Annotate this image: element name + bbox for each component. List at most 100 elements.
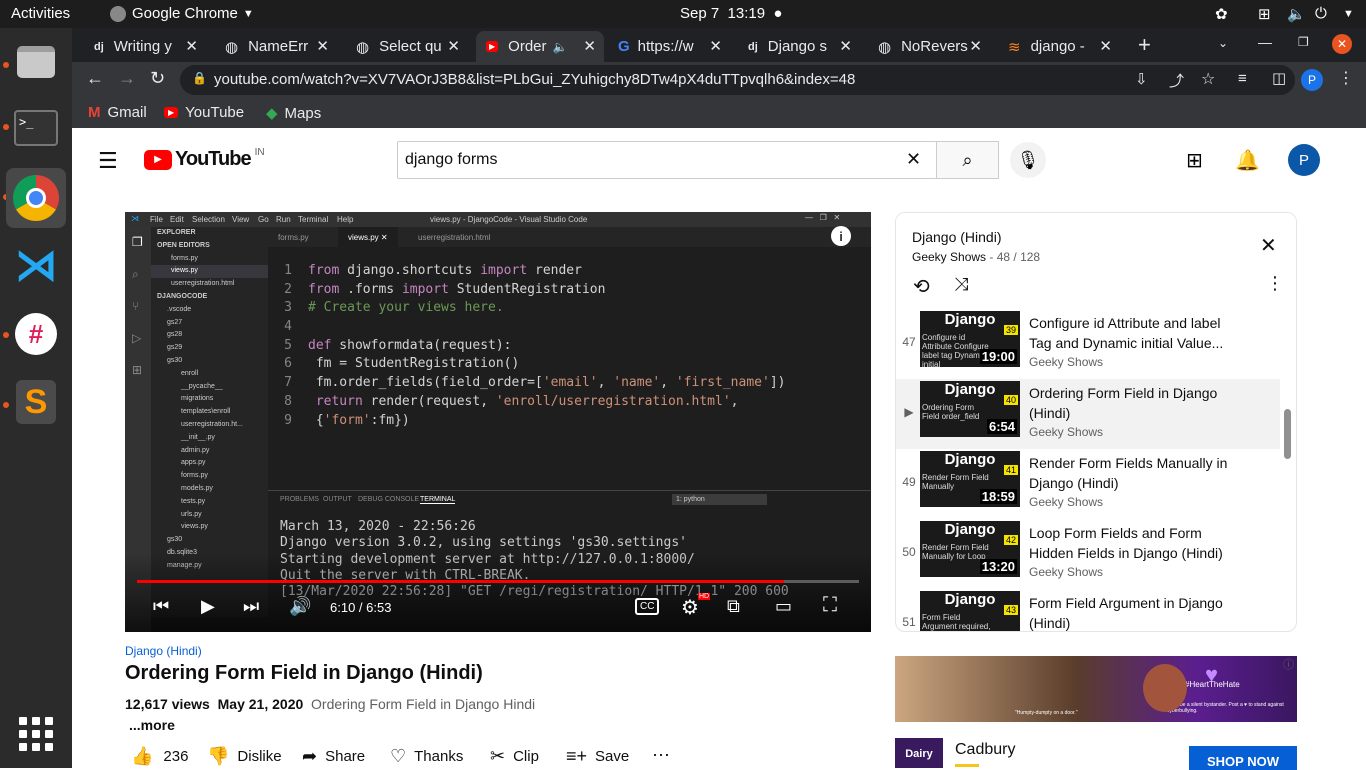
previous-icon[interactable]: ⏮: [153, 596, 169, 617]
kebab-menu-icon[interactable]: ⋮: [1338, 68, 1354, 88]
media-control-icon[interactable]: ≡: [1238, 70, 1247, 87]
back-icon[interactable]: ←: [86, 68, 104, 89]
ad-banner[interactable]: #HeartTheHate Don't be a silent bystande…: [895, 656, 1297, 722]
share-icon[interactable]: ⤴: [1169, 70, 1184, 91]
notifications-icon[interactable]: 🔔: [1235, 148, 1260, 173]
close-icon[interactable]: ✕: [583, 37, 596, 55]
ad-info-icon[interactable]: ⓘ: [1283, 656, 1294, 672]
tab-stackoverflow[interactable]: ≋ django - ✕: [998, 31, 1120, 62]
playlist-scrollbar[interactable]: [1284, 409, 1291, 459]
bookmark-youtube[interactable]: ▶ YouTube: [164, 104, 244, 121]
video-thumbnail[interactable]: Django 40 Ordering Form Field order_field 6…: [920, 381, 1020, 437]
tab-writing[interactable]: dj Writing y ✕: [84, 31, 206, 62]
like-button[interactable]: 👍 236: [131, 746, 188, 767]
bookmark-maps[interactable]: ◆ Maps: [266, 104, 321, 123]
video-thumbnail[interactable]: Django 42 Render Form Field Manually for L…: [920, 521, 1020, 577]
files-icon[interactable]: [6, 32, 66, 92]
tab-django-s[interactable]: dj Django s ✕: [738, 31, 860, 62]
tab-youtube-active[interactable]: ▶ Order 🔈 ✕: [476, 31, 604, 62]
playlist-item-title[interactable]: Form Field Argument in Django (Hindi): [1029, 593, 1239, 631]
playlist-link[interactable]: Django (Hindi): [125, 644, 202, 658]
close-window-icon[interactable]: ✕: [1332, 34, 1352, 54]
profile-avatar[interactable]: P: [1301, 69, 1323, 91]
account-avatar[interactable]: P: [1288, 144, 1320, 176]
system-menu-chevron-icon[interactable]: ▼: [1343, 8, 1354, 20]
close-icon[interactable]: ✕: [1099, 37, 1112, 55]
volume-icon[interactable]: 🔈: [1287, 5, 1306, 23]
info-card-icon[interactable]: i: [831, 226, 851, 246]
chrome-dock-icon[interactable]: [6, 168, 66, 228]
speaker-icon[interactable]: 🔈: [553, 40, 568, 54]
tab-select[interactable]: ◍ Select qu ✕: [346, 31, 468, 62]
cadbury-logo[interactable]: Dairy: [895, 738, 943, 768]
playlist-title[interactable]: Django (Hindi): [912, 229, 1001, 245]
close-playlist-icon[interactable]: ✕: [1260, 233, 1277, 258]
playlist-item[interactable]: 49 Django 41 Render Form Field Manually 18:5…: [896, 449, 1280, 519]
show-more-link[interactable]: ...more: [129, 717, 175, 733]
search-box[interactable]: django forms ✕: [397, 141, 937, 179]
install-icon[interactable]: ⇩: [1135, 70, 1148, 88]
side-panel-icon[interactable]: ◫: [1272, 69, 1286, 87]
address-bar[interactable]: 🔒 youtube.com/watch?v=XV7VAOrJ3B8&list=P…: [180, 65, 1295, 95]
playlist-menu-icon[interactable]: ⋮: [1266, 273, 1284, 294]
bookmark-gmail[interactable]: M Gmail: [88, 104, 147, 121]
clear-search-icon[interactable]: ✕: [906, 149, 921, 170]
maximize-icon[interactable]: ❐: [1298, 35, 1309, 49]
tab-google[interactable]: Ghttps://w ✕: [608, 31, 730, 62]
captions-icon[interactable]: CC: [635, 598, 660, 615]
theater-mode-icon[interactable]: ▭: [775, 596, 792, 617]
lock-icon[interactable]: 🔒: [192, 71, 207, 85]
close-icon[interactable]: ✕: [185, 37, 198, 55]
thanks-button[interactable]: ♡ Thanks: [390, 746, 463, 767]
close-icon[interactable]: ✕: [709, 37, 722, 55]
show-apps-icon[interactable]: [6, 704, 66, 764]
create-icon[interactable]: ⊞: [1186, 148, 1203, 173]
search-button[interactable]: ⌕: [936, 141, 999, 179]
forward-icon[interactable]: →: [118, 68, 136, 89]
new-tab-icon[interactable]: +: [1138, 32, 1151, 58]
tab-nameerror[interactable]: ◍ NameErr ✕: [215, 31, 337, 62]
close-icon[interactable]: ✕: [969, 37, 982, 55]
close-icon[interactable]: ✕: [447, 37, 460, 55]
tab-search-chevron-icon[interactable]: ⌄: [1218, 36, 1228, 50]
app-menu[interactable]: Google Chrome ▼: [110, 5, 254, 22]
reload-icon[interactable]: ↻: [150, 68, 165, 89]
playlist-item-title[interactable]: Loop Form Fields and Form Hidden Fields …: [1029, 523, 1239, 563]
power-icon[interactable]: ⏻: [1315, 5, 1327, 22]
close-icon[interactable]: ✕: [839, 37, 852, 55]
terminal-icon[interactable]: >_: [6, 98, 66, 158]
network-icon[interactable]: ⊞: [1258, 5, 1271, 23]
video-thumbnail[interactable]: Django43Form Field Argument required, la…: [920, 591, 1020, 631]
video-description[interactable]: 12,617 views May 21, 2020 Ordering Form …: [125, 696, 535, 712]
clock[interactable]: Sep 7 13:19 ●: [680, 5, 783, 22]
playlist-item-title[interactable]: Configure id Attribute and label Tag and…: [1029, 313, 1239, 353]
more-actions-icon[interactable]: ···: [652, 744, 670, 765]
playlist-item[interactable]: 47 Django 39 Configure id Attribute Configu…: [896, 309, 1280, 379]
video-thumbnail[interactable]: Django 39 Configure id Attribute Configure…: [920, 311, 1020, 367]
color-picker-icon[interactable]: ✿: [1215, 5, 1228, 23]
ad-brand[interactable]: Cadbury: [955, 741, 1015, 759]
activities-button[interactable]: Activities: [11, 5, 70, 22]
clip-button[interactable]: ✂ Clip: [490, 746, 539, 767]
voice-search-icon[interactable]: 🎙: [1010, 142, 1046, 178]
youtube-logo[interactable]: ▶ YouTube IN: [144, 147, 265, 171]
slack-icon[interactable]: #: [6, 304, 66, 364]
loop-icon[interactable]: ⟲: [913, 274, 930, 299]
save-button[interactable]: ≡+ Save: [566, 746, 629, 767]
bookmark-star-icon[interactable]: ☆: [1201, 69, 1215, 89]
fullscreen-icon[interactable]: ⛶: [823, 594, 837, 617]
play-icon[interactable]: ▶: [201, 596, 215, 617]
vscode-icon[interactable]: ⋊: [6, 236, 66, 296]
url-text[interactable]: youtube.com/watch?v=XV7VAOrJ3B8&list=PLb…: [214, 71, 855, 88]
progress-track[interactable]: [137, 580, 859, 583]
playlist-item[interactable]: ▶ Django 40 Ordering Form Field order_field…: [896, 379, 1280, 449]
playlist-item[interactable]: 50 Django 42 Render Form Field Manually for…: [896, 519, 1280, 589]
miniplayer-icon[interactable]: ⧉: [727, 596, 740, 617]
minimize-icon[interactable]: —: [1258, 34, 1272, 50]
playlist-item-title[interactable]: Render Form Fields Manually in Django (H…: [1029, 453, 1239, 493]
share-button[interactable]: ➦ Share: [302, 746, 365, 767]
video-player[interactable]: ⋊ File Edit Selection View Go Run Termin…: [125, 212, 871, 632]
tab-noreverse[interactable]: ◍ NoRevers ✕: [868, 31, 990, 62]
volume-icon[interactable]: 🔊: [289, 596, 311, 617]
dislike-button[interactable]: 👎 Dislike: [207, 746, 282, 767]
